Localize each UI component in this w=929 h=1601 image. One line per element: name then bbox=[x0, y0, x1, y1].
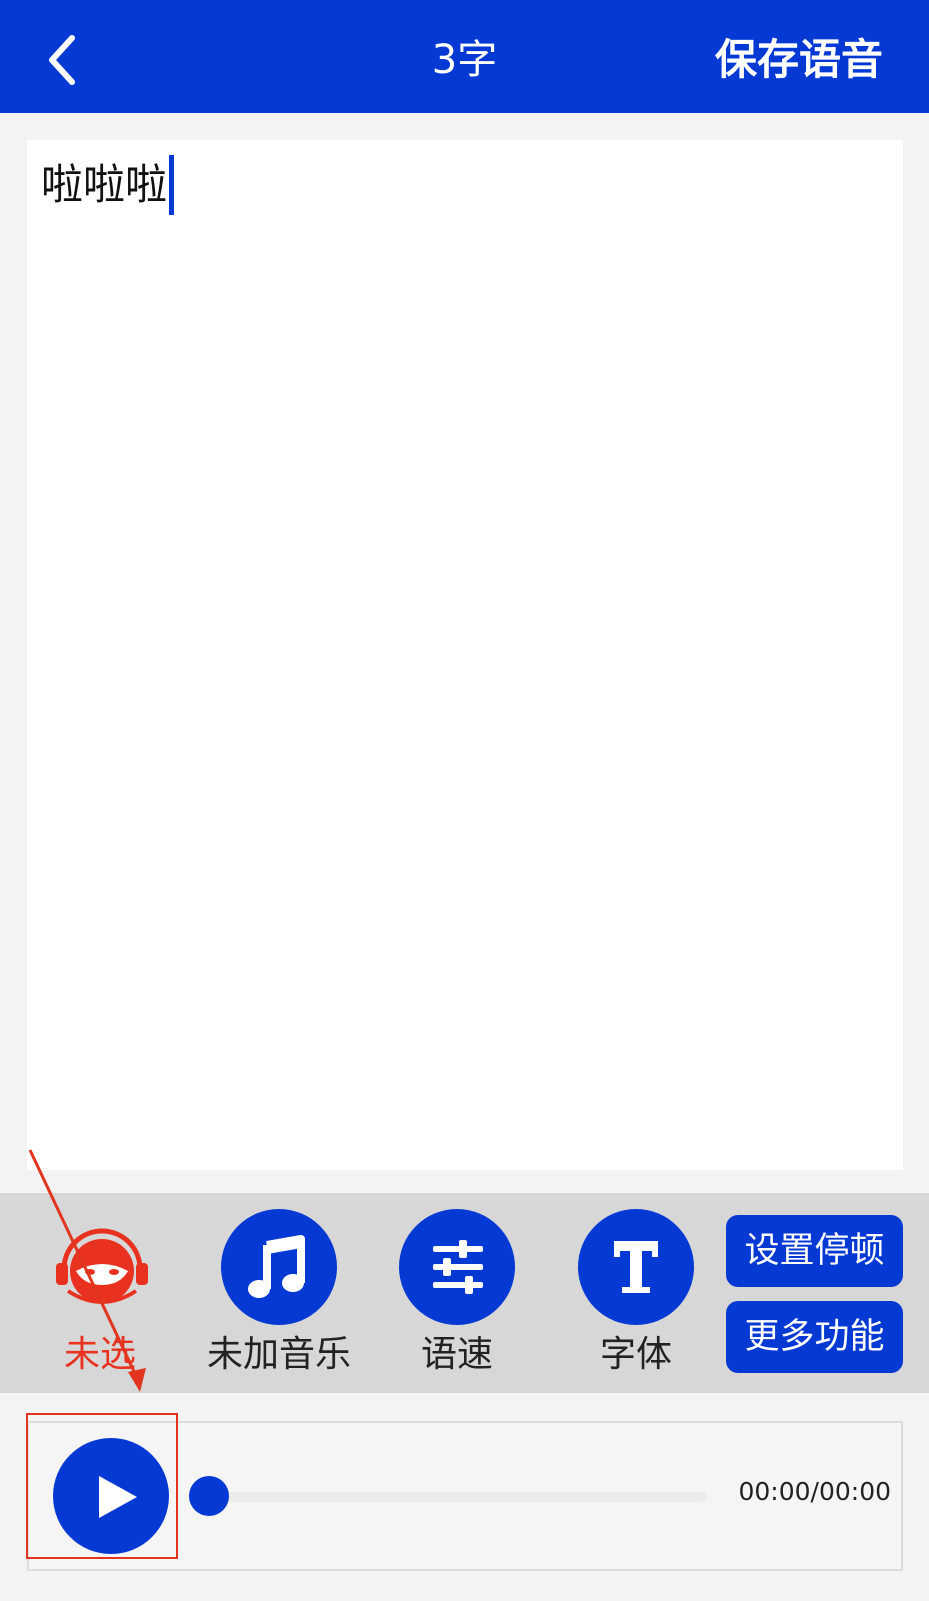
headset-avatar-icon bbox=[56, 1228, 148, 1304]
voice-label: 未选 bbox=[63, 1334, 136, 1375]
speed-circle bbox=[399, 1209, 515, 1325]
audio-player: 00:00/00:00 bbox=[27, 1421, 903, 1571]
font-circle bbox=[578, 1209, 694, 1325]
tool-bar: 未选 未加音乐 语速 字体 设置停顿 更多功能 bbox=[0, 1193, 929, 1393]
chevron-left-icon bbox=[49, 35, 75, 85]
play-icon bbox=[99, 1476, 137, 1518]
speed-label: 语速 bbox=[420, 1334, 493, 1375]
more-functions-button[interactable]: 更多功能 bbox=[726, 1301, 903, 1373]
play-button[interactable] bbox=[53, 1438, 169, 1554]
text-caret bbox=[169, 154, 175, 215]
set-pause-button[interactable]: 设置停顿 bbox=[726, 1215, 903, 1287]
progress-knob[interactable] bbox=[189, 1476, 229, 1516]
sliders-icon bbox=[433, 1240, 483, 1294]
time-display: 00:00/00:00 bbox=[738, 1477, 891, 1506]
top-bar: 3字 保存语音 bbox=[0, 0, 929, 113]
speed-button[interactable]: 语速 bbox=[371, 1193, 541, 1393]
music-button[interactable]: 未加音乐 bbox=[193, 1193, 363, 1393]
font-label: 字体 bbox=[599, 1334, 672, 1375]
font-button[interactable]: 字体 bbox=[550, 1193, 720, 1393]
back-button[interactable] bbox=[36, 28, 96, 88]
music-circle bbox=[221, 1209, 337, 1325]
editor-text: 啦啦啦 bbox=[41, 160, 168, 209]
editor-content: 啦啦啦 bbox=[41, 154, 175, 215]
text-editor[interactable]: 啦啦啦 bbox=[27, 140, 903, 1170]
save-voice-button[interactable]: 保存语音 bbox=[715, 30, 883, 90]
music-label: 未加音乐 bbox=[206, 1334, 351, 1375]
music-note-icon bbox=[248, 1235, 305, 1298]
voice-select-button[interactable]: 未选 bbox=[14, 1193, 184, 1393]
text-t-icon bbox=[614, 1241, 658, 1293]
progress-track[interactable] bbox=[189, 1492, 707, 1502]
